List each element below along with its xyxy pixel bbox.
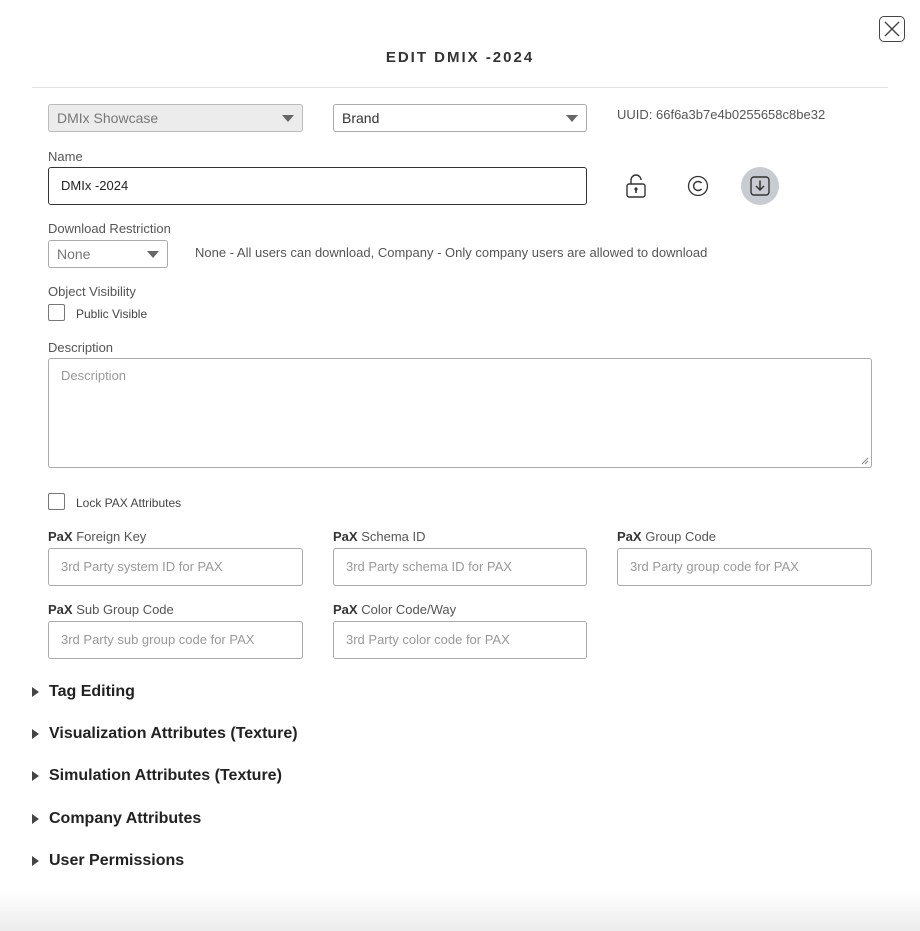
chevron-down-icon (566, 115, 578, 122)
object-visibility-label: Object Visibility (48, 284, 136, 299)
category-select-value: Brand (342, 110, 380, 126)
uuid-text: UUID: 66f6a3b7e4b0255658c8be32 (617, 107, 826, 122)
caret-right-icon (32, 771, 39, 781)
pax-schema-id-label: PaX Schema ID (333, 529, 426, 544)
footer-shadow (0, 891, 920, 931)
name-label: Name (48, 149, 83, 164)
section-title: User Permissions (49, 852, 185, 869)
section-company-attributes[interactable]: Company Attributes (32, 810, 201, 828)
download-restriction-value: None (57, 246, 91, 262)
lock-pax-checkbox[interactable] (48, 493, 65, 510)
close-icon (884, 21, 900, 37)
download-restriction-select[interactable]: None (48, 240, 168, 268)
section-title: Simulation Attributes (Texture) (49, 767, 282, 784)
section-simulation-attributes[interactable]: Simulation Attributes (Texture) (32, 767, 282, 785)
section-visualization-attributes[interactable]: Visualization Attributes (Texture) (32, 725, 298, 743)
section-title: Visualization Attributes (Texture) (49, 725, 298, 742)
download-restriction-hint: None - All users can download, Company -… (195, 245, 708, 260)
public-visible-checkbox[interactable] (48, 304, 65, 321)
pax-group-code-label: PaX Group Code (617, 529, 717, 544)
copyright-icon (687, 175, 709, 197)
showcase-select-value: DMIx Showcase (57, 110, 159, 126)
edit-dialog: EDIT DMIX -2024 DMIx Showcase Brand UUID… (0, 0, 920, 931)
caret-right-icon (32, 729, 39, 739)
description-textarea[interactable]: Description (48, 358, 872, 468)
description-label: Description (48, 340, 114, 355)
pax-sub-group-code-label: PaX Sub Group Code (48, 602, 174, 617)
download-button[interactable] (741, 167, 779, 205)
showcase-select[interactable]: DMIx Showcase (48, 104, 303, 132)
pax-foreign-key-input[interactable]: 3rd Party system ID for PAX (48, 548, 303, 586)
lock-icon (626, 174, 646, 198)
pax-group-code-input[interactable]: 3rd Party group code for PAX (617, 548, 872, 586)
pax-foreign-key-label: PaX Foreign Key (48, 529, 147, 544)
section-tag-editing[interactable]: Tag Editing (32, 683, 135, 701)
pax-color-code-input[interactable]: 3rd Party color code for PAX (333, 621, 587, 659)
pax-schema-id-input[interactable]: 3rd Party schema ID for PAX (333, 548, 587, 586)
download-icon (750, 176, 770, 196)
category-select[interactable]: Brand (333, 104, 587, 132)
pax-sub-group-code-input[interactable]: 3rd Party sub group code for PAX (48, 621, 303, 659)
lock-pax-label: Lock PAX Attributes (76, 496, 182, 510)
description-placeholder: Description (61, 368, 127, 383)
caret-right-icon (32, 814, 39, 824)
section-title: Tag Editing (49, 683, 135, 700)
section-user-permissions[interactable]: User Permissions (32, 852, 184, 870)
section-title: Company Attributes (49, 810, 202, 827)
chevron-down-icon (147, 251, 159, 258)
public-visible-label: Public Visible (76, 307, 148, 321)
chevron-down-icon (282, 115, 294, 122)
lock-button[interactable] (617, 167, 655, 205)
caret-right-icon (32, 856, 39, 866)
download-restriction-label: Download Restriction (48, 221, 171, 236)
close-button[interactable] (879, 16, 905, 42)
pax-color-code-label: PaX Color Code/Way (333, 602, 457, 617)
copyright-button[interactable] (679, 167, 717, 205)
name-input[interactable]: DMIx -2024 (48, 167, 587, 205)
caret-right-icon (32, 687, 39, 697)
dialog-title: EDIT DMIX -2024 (385, 49, 535, 66)
header-divider (32, 87, 888, 88)
resize-grip-icon[interactable] (861, 457, 869, 465)
